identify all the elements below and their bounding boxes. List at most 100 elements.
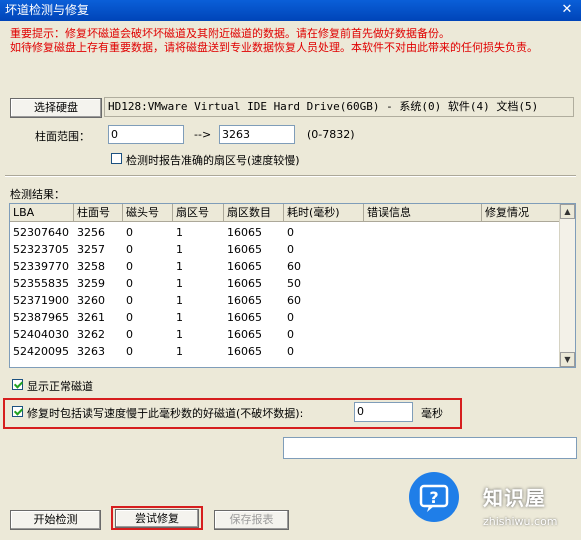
table-header: LBA 柱面号 磁头号 扇区号 扇区数目 耗时(毫秒) 错误信息 修复情况 [10,204,561,222]
cell-cylinder: 3259 [77,277,105,290]
slow-repair-label: 修复时包括读写速度慢于此毫秒数的好磁道(不破坏数据): [27,407,304,420]
warning-text: 重要提示：修复坏磁道会破坏坏磁道及其附近磁道的数据。请在修复前首先做好数据备份。… [10,27,570,55]
watermark-logo: ? 知识屋 zhishiwu.com [403,470,581,540]
title-bar: 坏道检测与修复 ✕ [0,0,581,21]
column-header-error[interactable]: 错误信息 [364,204,482,221]
show-normal-checkbox[interactable] [12,379,23,390]
column-header-sector-count[interactable]: 扇区数目 [224,204,284,221]
scroll-up-icon[interactable]: ▲ [560,204,575,219]
cell-sector: 1 [176,260,183,273]
cell-sector-count: 16065 [227,294,262,307]
drive-name-field: HD128:VMware Virtual IDE Hard Drive(60GB… [104,97,574,117]
table-row[interactable]: 52420095 3263 0 1 16065 0 [10,343,561,360]
window-title: 坏道检测与修复 [5,3,90,17]
cell-cylinder: 3263 [77,345,105,358]
cell-cylinder: 3261 [77,311,105,324]
cell-lba: 52323705 [13,243,69,256]
watermark-subtitle: zhishiwu.com [483,515,558,528]
scroll-down-icon[interactable]: ▼ [560,352,575,367]
results-table[interactable]: LBA 柱面号 磁头号 扇区号 扇区数目 耗时(毫秒) 错误信息 修复情况 52… [9,203,576,368]
cell-sector: 1 [176,345,183,358]
cell-time: 0 [287,226,294,239]
cell-cylinder: 3262 [77,328,105,341]
cell-time: 0 [287,311,294,324]
column-header-time[interactable]: 耗时(毫秒) [284,204,364,221]
cell-lba: 52387965 [13,311,69,324]
cell-sector: 1 [176,243,183,256]
table-row[interactable]: 52404030 3262 0 1 16065 0 [10,326,561,343]
cell-sector-count: 16065 [227,277,262,290]
cell-head: 0 [126,345,133,358]
cell-lba: 52371900 [13,294,69,307]
cell-time: 50 [287,277,301,290]
start-detect-button[interactable]: 开始检测 [10,510,101,530]
accurate-sector-label: 检测时报告准确的扇区号(速度较慢) [126,154,300,167]
warning-line-2: 如待修复磁盘上存有重要数据，请将磁盘送到专业数据恢复人员处理。本软件不对由此带来… [10,41,538,54]
cell-sector-count: 16065 [227,260,262,273]
range-end-input[interactable]: 3263 [219,125,295,144]
cell-lba: 52355835 [13,277,69,290]
table-row[interactable]: 52355835 3259 0 1 16065 50 [10,275,561,292]
column-header-lba[interactable]: LBA [10,204,74,221]
cell-sector-count: 16065 [227,226,262,239]
table-row[interactable]: 52323705 3257 0 1 16065 0 [10,241,561,258]
cell-sector: 1 [176,277,183,290]
cell-cylinder: 3256 [77,226,105,239]
slow-repair-checkbox[interactable] [12,406,23,417]
slow-repair-ms-input[interactable]: 0 [354,402,413,422]
cell-lba: 52307640 [13,226,69,239]
close-icon[interactable]: ✕ [557,2,577,19]
cell-head: 0 [126,226,133,239]
cell-time: 0 [287,243,294,256]
column-header-repair[interactable]: 修复情况 [482,204,561,221]
range-arrow: --> [194,128,212,141]
range-label: 柱面范围： [35,130,90,143]
cell-time: 0 [287,328,294,341]
cell-time: 60 [287,260,301,273]
cell-lba: 52339770 [13,260,69,273]
column-header-head[interactable]: 磁头号 [123,204,173,221]
warning-line-1: 重要提示：修复坏磁道会破坏坏磁道及其附近磁道的数据。请在修复前首先做好数据备份。 [10,27,450,40]
separator [5,175,576,177]
range-start-input[interactable]: 0 [108,125,184,144]
cell-head: 0 [126,311,133,324]
cell-lba: 52404030 [13,328,69,341]
cell-lba: 52420095 [13,345,69,358]
cell-time: 60 [287,294,301,307]
table-row[interactable]: 52371900 3260 0 1 16065 60 [10,292,561,309]
cell-sector-count: 16065 [227,311,262,324]
cell-sector: 1 [176,294,183,307]
cell-head: 0 [126,294,133,307]
show-normal-label: 显示正常磁道 [27,380,93,393]
results-label: 检测结果： [10,188,65,201]
cell-sector: 1 [176,311,183,324]
cell-cylinder: 3257 [77,243,105,256]
logo-icon: ? [409,472,459,522]
accurate-sector-checkbox[interactable] [111,153,122,164]
watermark-title: 知识屋 [483,486,546,510]
cell-sector-count: 16065 [227,243,262,256]
table-scrollbar[interactable]: ▲ ▼ [559,204,575,367]
cell-sector: 1 [176,226,183,239]
progress-bar [283,437,577,459]
svg-text:?: ? [429,488,438,507]
table-row[interactable]: 52339770 3258 0 1 16065 60 [10,258,561,275]
cell-sector-count: 16065 [227,328,262,341]
table-row[interactable]: 52307640 3256 0 1 16065 0 [10,224,561,241]
cell-time: 0 [287,345,294,358]
cell-sector-count: 16065 [227,345,262,358]
cell-head: 0 [126,243,133,256]
cell-head: 0 [126,277,133,290]
column-header-sector[interactable]: 扇区号 [173,204,224,221]
slow-repair-unit: 毫秒 [421,407,443,420]
save-report-button[interactable]: 保存报表 [214,510,289,530]
column-header-cylinder[interactable]: 柱面号 [74,204,123,221]
cell-head: 0 [126,260,133,273]
select-drive-button[interactable]: 选择硬盘 [10,98,102,118]
cell-sector: 1 [176,328,183,341]
range-hint: (0-7832) [307,128,355,141]
try-repair-button[interactable]: 尝试修复 [115,509,199,528]
cell-cylinder: 3258 [77,260,105,273]
table-row[interactable]: 52387965 3261 0 1 16065 0 [10,309,561,326]
cell-cylinder: 3260 [77,294,105,307]
